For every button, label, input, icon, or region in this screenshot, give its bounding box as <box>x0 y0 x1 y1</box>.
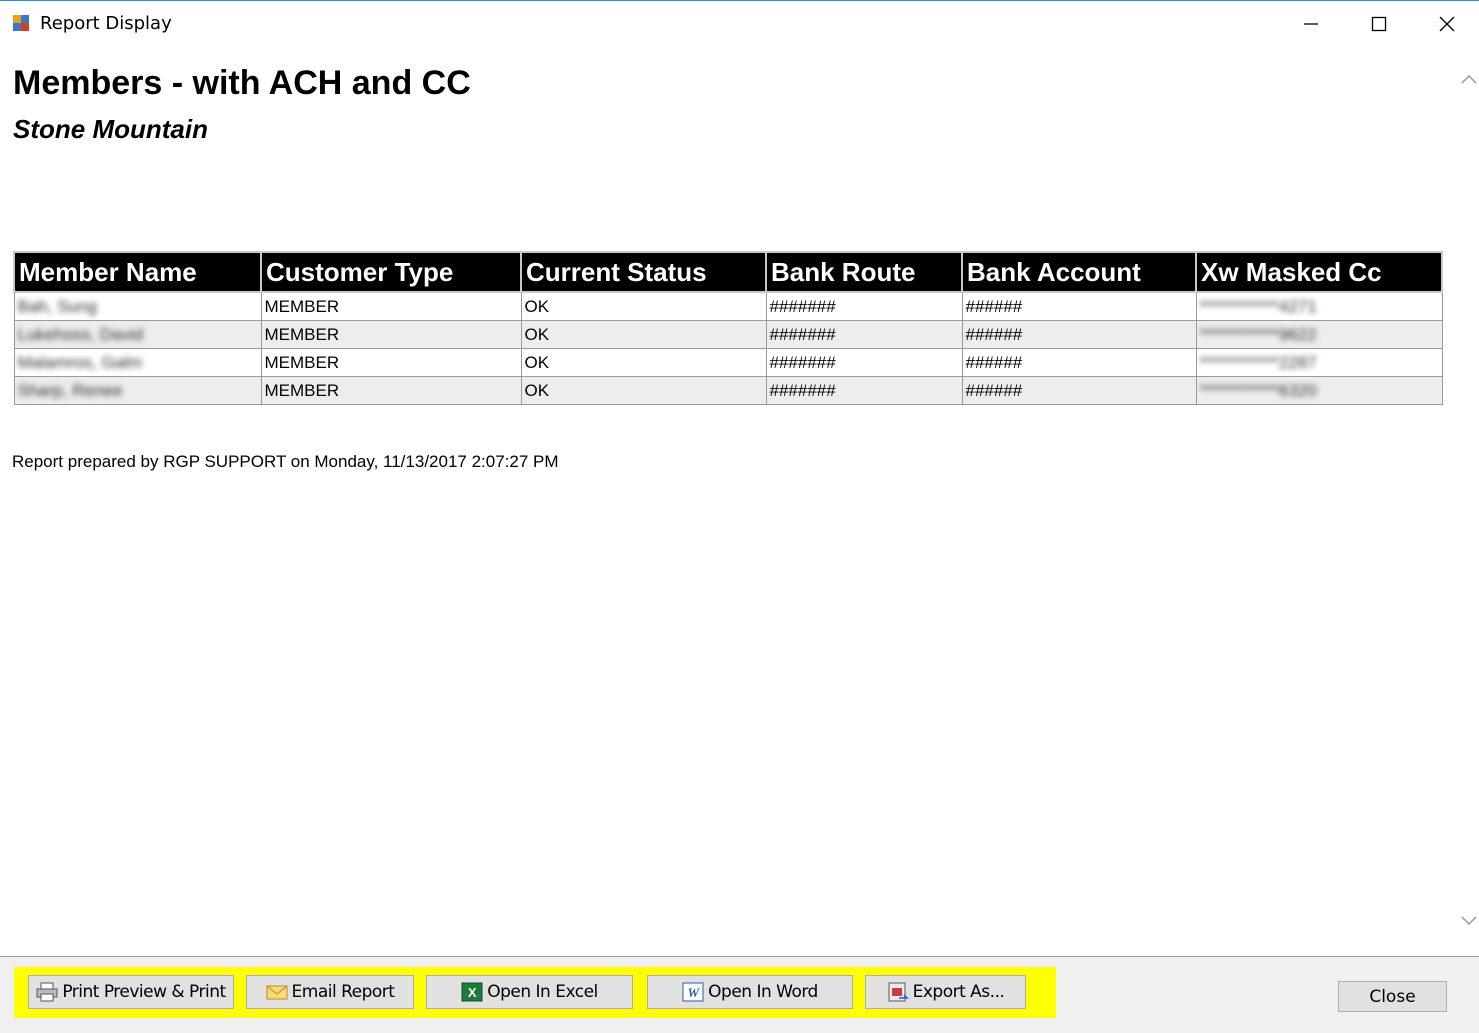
open-in-word-label: Open In Word <box>708 982 818 1002</box>
customer-type-cell: MEMBER <box>260 320 522 349</box>
status-cell: OK <box>520 320 767 349</box>
bank-route-cell: ####### <box>765 291 963 321</box>
close-button-label: Close <box>1369 986 1416 1007</box>
export-as-button[interactable]: Export As... <box>865 975 1026 1009</box>
customer-type-cell: MEMBER <box>260 376 522 405</box>
masked-cc: ************9622 <box>1199 324 1317 344</box>
bank-account-cell: ###### <box>961 376 1197 405</box>
table-row: Sharp, Renee MEMBER OK ####### ###### **… <box>13 376 1443 405</box>
table-row: Malamros, Galm MEMBER OK ####### ###### … <box>13 348 1443 377</box>
masked-cc: ************6320 <box>1199 380 1317 400</box>
print-preview-label: Print Preview & Print <box>62 982 226 1002</box>
report-subtitle: Stone Mountain <box>13 114 208 144</box>
customer-type-cell: MEMBER <box>260 291 522 321</box>
svg-text:X: X <box>468 985 477 1000</box>
member-name-cell: Sharp, Renee <box>13 376 262 405</box>
minimize-icon <box>1304 23 1318 25</box>
excel-icon: X <box>461 982 483 1002</box>
status-cell: OK <box>520 348 767 377</box>
email-report-label: Email Report <box>291 982 395 1002</box>
report-prepared-note: Report prepared by RGP SUPPORT on Monday… <box>12 452 559 471</box>
title-bar[interactable]: Report Display <box>0 1 1479 47</box>
column-header: Bank Route <box>765 251 963 293</box>
open-in-excel-button[interactable]: X Open In Excel <box>426 975 633 1009</box>
maximize-button[interactable] <box>1345 1 1413 47</box>
email-report-button[interactable]: Email Report <box>246 975 414 1009</box>
member-name: Bah, Sung <box>17 296 97 316</box>
report-display-window: Report Display Members - with ACH and CC… <box>0 0 1479 1033</box>
customer-type-cell: MEMBER <box>260 348 522 377</box>
masked-cc-cell: ************6320 <box>1195 376 1443 405</box>
minimize-button[interactable] <box>1277 1 1345 47</box>
export-icon <box>888 982 909 1002</box>
export-as-label: Export As... <box>912 982 1005 1002</box>
member-name: Sharp, Renee <box>17 380 123 400</box>
bank-account-cell: ###### <box>961 320 1197 349</box>
masked-cc-cell: ************2287 <box>1195 348 1443 377</box>
printer-icon <box>36 982 58 1002</box>
member-name-cell: Malamros, Galm <box>13 348 262 377</box>
bank-route-cell: ####### <box>765 348 963 377</box>
table-row: Bah, Sung MEMBER OK ####### ###### *****… <box>13 291 1443 321</box>
column-header: Bank Account <box>961 251 1197 293</box>
report-table: Member Name Customer Type Current Status… <box>13 251 1443 405</box>
masked-cc-cell: ************4271 <box>1195 291 1443 321</box>
member-name: Lukehoss, David <box>17 324 144 344</box>
table-header-row: Member Name Customer Type Current Status… <box>13 251 1443 293</box>
print-preview-button[interactable]: Print Preview & Print <box>28 975 234 1009</box>
window-title: Report Display <box>40 13 172 34</box>
member-name: Malamros, Galm <box>17 352 143 372</box>
status-cell: OK <box>520 376 767 405</box>
app-icon <box>13 15 29 31</box>
close-window-button[interactable] <box>1413 1 1479 47</box>
report-title: Members - with ACH and CC <box>13 64 471 102</box>
maximize-icon <box>1371 16 1387 32</box>
open-in-excel-label: Open In Excel <box>487 982 598 1002</box>
open-in-word-button[interactable]: W Open In Word <box>647 975 853 1009</box>
word-icon: W <box>682 982 704 1002</box>
scroll-down-arrow-icon[interactable] <box>1459 911 1479 931</box>
scroll-up-arrow-icon[interactable] <box>1459 69 1479 89</box>
masked-cc: ************2287 <box>1199 352 1317 372</box>
table-row: Lukehoss, David MEMBER OK ####### ######… <box>13 320 1443 349</box>
member-name-cell: Bah, Sung <box>13 291 262 321</box>
envelope-icon <box>266 985 288 1000</box>
column-header: Current Status <box>520 251 767 293</box>
member-name-cell: Lukehoss, David <box>13 320 262 349</box>
bank-account-cell: ###### <box>961 348 1197 377</box>
close-icon <box>1439 16 1455 32</box>
svg-text:W: W <box>688 985 701 1000</box>
bank-route-cell: ####### <box>765 376 963 405</box>
bank-route-cell: ####### <box>765 320 963 349</box>
status-cell: OK <box>520 291 767 321</box>
bank-account-cell: ###### <box>961 291 1197 321</box>
column-header: Customer Type <box>260 251 522 293</box>
column-header: Member Name <box>13 251 262 293</box>
column-header: Xw Masked Cc <box>1195 251 1443 293</box>
masked-cc: ************4271 <box>1199 296 1317 316</box>
masked-cc-cell: ************9622 <box>1195 320 1443 349</box>
close-button[interactable]: Close <box>1338 981 1447 1012</box>
